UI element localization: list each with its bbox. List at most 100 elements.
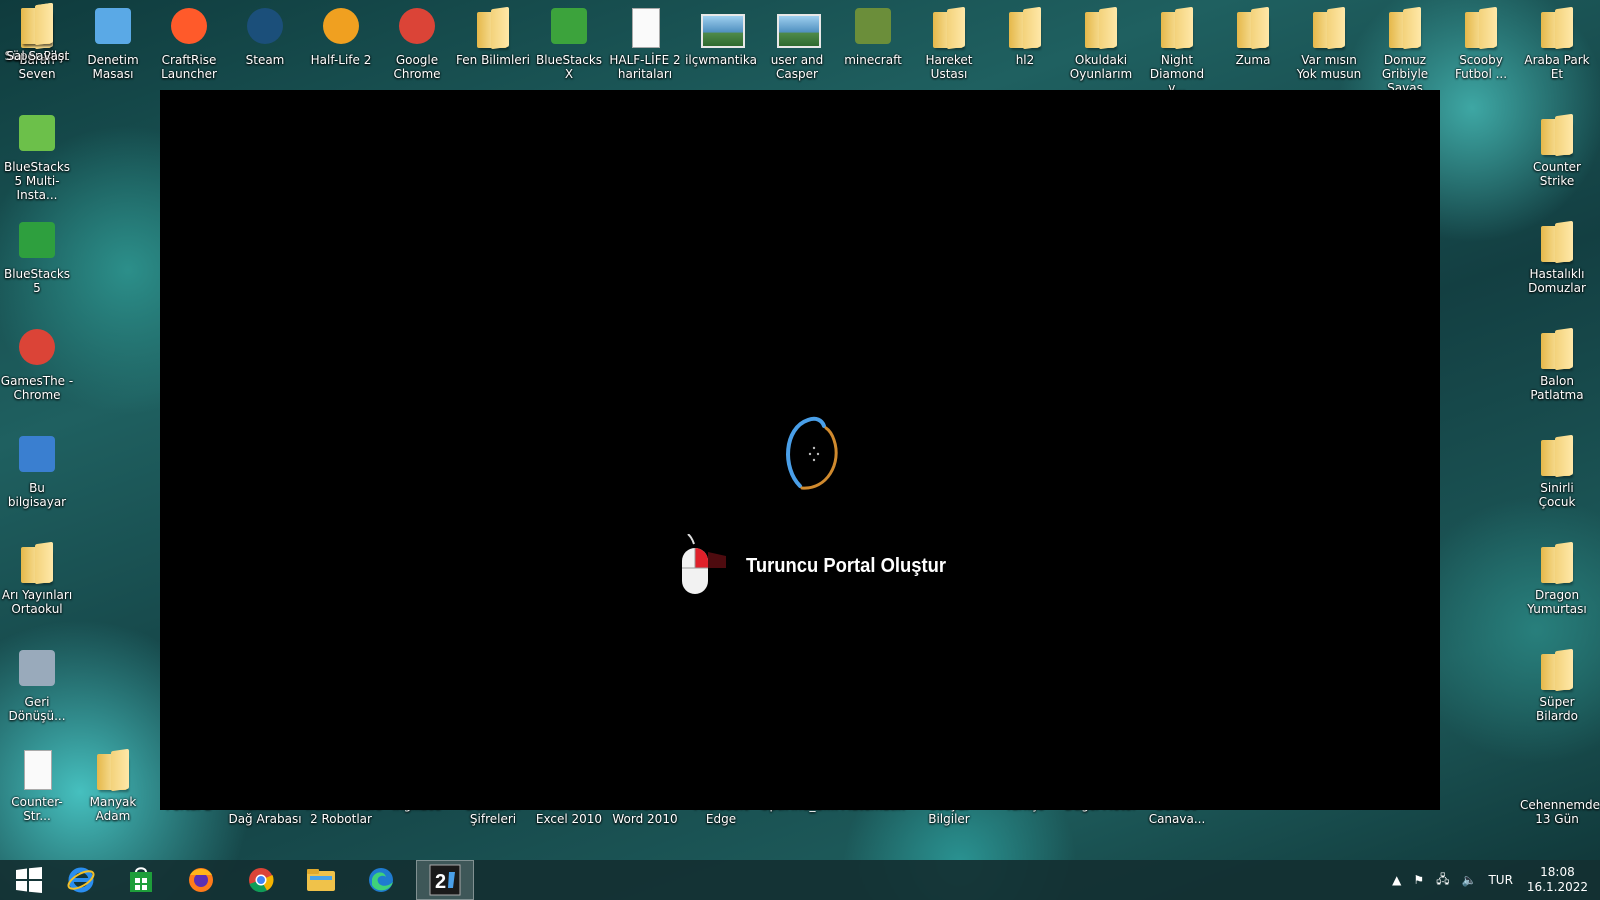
desktop-icon[interactable]: Counter Strike <box>1520 111 1594 188</box>
taskbar-portal-2[interactable]: 2 <box>416 860 474 900</box>
desktop-icon[interactable]: Araba Park Et <box>1520 4 1594 81</box>
desktop-icon-label: Counter Strike <box>1533 160 1581 188</box>
folder-icon <box>927 4 971 50</box>
desktop-icon[interactable]: Geri Dönüşü... <box>0 646 74 723</box>
desktop-icon[interactable]: CraftRise Launcher <box>152 4 226 81</box>
desktop-icon-label: Domuz Gribiyle Savaş <box>1381 53 1429 95</box>
desktop-icon[interactable]: Bu bilgisayar <box>0 432 74 509</box>
portal2-icon: 2 <box>429 864 461 896</box>
internet-explorer-icon <box>67 867 95 893</box>
folder-icon <box>1535 539 1579 585</box>
taskbar: 2 ▲ ⚑ 🖧 🔈 TUR 18:08 16.1.2022 <box>0 860 1600 900</box>
folder-icon <box>1535 4 1579 50</box>
language-indicator[interactable]: TUR <box>1488 873 1512 887</box>
firefox-icon <box>189 868 213 892</box>
portal-2-game-window[interactable]: Turuncu Portal Oluştur <box>160 90 1440 810</box>
desktop-icon[interactable]: HALF-LİFE 2 haritaları <box>608 4 682 81</box>
desktop-icon[interactable]: Google Chrome <box>380 4 454 81</box>
desktop-icon[interactable]: Cehennemde 13 Gün <box>1520 746 1600 826</box>
folder-icon <box>1383 4 1427 50</box>
desktop-icon[interactable]: BlueStacks 5 Multi-Insta... <box>0 111 74 202</box>
desktop-icon-label: Manyak Adam <box>89 795 137 823</box>
desktop-icon-label: Denetim Masası <box>87 53 139 81</box>
desktop-icon[interactable]: BlueStacks 5 <box>0 218 74 295</box>
desktop-icon[interactable]: Arı Yayınları Ortaokul <box>0 539 74 616</box>
app-icon <box>319 4 363 50</box>
taskbar-file-explorer[interactable] <box>292 860 350 900</box>
desktop-icon[interactable]: Half-Life 2 <box>304 4 378 67</box>
folder-icon <box>15 539 59 585</box>
network-icon[interactable]: 🖧 <box>1436 870 1449 891</box>
folder-icon <box>307 869 335 891</box>
desktop-icon-label: Dragon Yumurtası <box>1527 588 1587 616</box>
desktop-icon[interactable]: Hastalıklı Domuzlar <box>1520 218 1594 295</box>
desktop-icon-label: minecraft <box>844 53 902 67</box>
file-icon <box>15 746 59 792</box>
desktop-icon[interactable]: Night Diamond v... <box>1140 4 1214 95</box>
desktop-icon-label: Süper Bilardo <box>1536 695 1578 723</box>
desktop-icon-label: Night Diamond v... <box>1149 53 1205 95</box>
desktop-icon[interactable]: Dragon Yumurtası <box>1520 539 1594 616</box>
folder-icon <box>1535 111 1579 157</box>
desktop-icon-label: Bu bilgisayar <box>7 481 67 509</box>
desktop-icon[interactable]: Okuldaki Oyunlarım <box>1064 4 1138 81</box>
desktop-icon[interactable]: Scooby Futbol ... <box>1444 4 1518 81</box>
desktop-icon-label: Zuma <box>1235 53 1271 67</box>
taskbar-internet-explorer[interactable] <box>52 860 110 900</box>
desktop-icon[interactable]: Manyak Adam <box>76 746 150 823</box>
desktop-icon[interactable]: Süper Bilardo <box>1520 646 1594 723</box>
taskbar-chrome[interactable] <box>232 860 290 900</box>
desktop-icon[interactable]: hl2 <box>988 4 1062 67</box>
desktop-icon-label: Var mısın Yok musun <box>1296 53 1362 81</box>
desktop-icon[interactable]: Denetim Masası <box>76 4 150 81</box>
desktop-icon[interactable]: GamesThe - Chrome <box>0 325 74 402</box>
app-icon <box>167 4 211 50</box>
desktop-icon-label: Balon Patlatma <box>1530 374 1584 402</box>
control-hint: Turuncu Portal Oluştur <box>678 534 963 598</box>
desktop-icon[interactable]: Counter-Str... <box>0 746 74 823</box>
desktop-icon[interactable]: Sal Savaşı <box>0 0 74 63</box>
desktop-icon-label: hl2 <box>1015 53 1035 67</box>
folder-icon <box>1535 432 1579 478</box>
desktop-icon-label: Steam <box>245 53 285 67</box>
desktop-icon[interactable]: BlueStacks X <box>532 4 606 81</box>
desktop-icon[interactable]: Steam <box>228 4 302 67</box>
desktop-icon[interactable]: Sinirli Çocuk <box>1520 432 1594 509</box>
app-icon <box>15 111 59 157</box>
app-icon <box>15 646 59 692</box>
desktop-icon-label: Geri Dönüşü... <box>8 695 66 723</box>
action-center-flag-icon[interactable]: ⚑ <box>1413 873 1424 887</box>
app-icon <box>243 4 287 50</box>
start-button[interactable] <box>0 860 58 900</box>
folder-icon <box>1459 4 1503 50</box>
taskbar-edge[interactable] <box>352 860 410 900</box>
desktop-icon[interactable]: Domuz Gribiyle Savaş <box>1368 4 1442 95</box>
hint-text: Turuncu Portal Oluştur <box>746 554 947 577</box>
desktop-icon[interactable]: user and Casper <box>760 4 834 81</box>
taskbar-store[interactable] <box>112 860 170 900</box>
desktop-icon[interactable]: Fen Bilimleri <box>456 4 530 67</box>
desktop-icon-label: Fen Bilimleri <box>456 53 530 67</box>
clock[interactable]: 18:08 16.1.2022 <box>1527 865 1588 895</box>
desktop-icon[interactable]: Balon Patlatma <box>1520 325 1594 402</box>
folder-icon <box>471 4 515 50</box>
desktop-icon-label: Arı Yayınları Ortaokul <box>1 588 73 616</box>
desktop-icon[interactable]: Var mısın Yok musun <box>1292 4 1366 81</box>
desktop-icon[interactable]: Hareket Ustası <box>912 4 986 81</box>
app-icon <box>395 4 439 50</box>
taskbar-firefox[interactable] <box>172 860 230 900</box>
app-icon <box>547 4 591 50</box>
volume-icon[interactable]: 🔈 <box>1462 873 1477 887</box>
desktop-icon[interactable]: ilçwmantika <box>684 4 758 67</box>
folder-icon <box>15 0 59 46</box>
folder-icon <box>1535 325 1579 371</box>
windows-logo-icon <box>16 867 42 893</box>
image-file-icon <box>699 4 745 50</box>
show-hidden-icons-icon[interactable]: ▲ <box>1392 873 1401 887</box>
desktop-icon[interactable]: minecraft <box>836 4 910 67</box>
desktop-icon-label: BlueStacks 5 Multi-Insta... <box>3 160 71 202</box>
desktop-icon[interactable]: Zuma <box>1216 4 1290 67</box>
system-tray: ▲ ⚑ 🖧 🔈 TUR 18:08 16.1.2022 <box>1386 860 1600 900</box>
desktop-icon-label: CraftRise Launcher <box>161 53 217 81</box>
file-icon <box>623 4 667 50</box>
